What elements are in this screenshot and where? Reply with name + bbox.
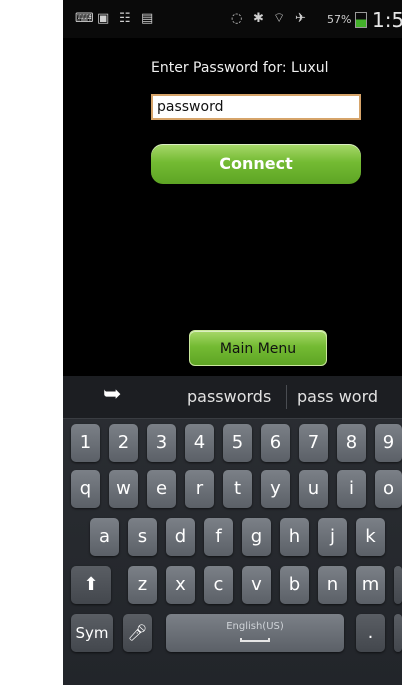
main-menu-button[interactable]: Main Menu xyxy=(189,330,327,366)
image-icon: ▣ xyxy=(97,11,110,26)
key-x[interactable]: x xyxy=(166,566,195,604)
wifi-icon: ⌔ xyxy=(273,11,286,26)
key-n[interactable]: n xyxy=(318,566,347,604)
key-u[interactable]: u xyxy=(299,470,328,508)
onscreen-keyboard: ➥ passwords pass word 1 2 3 4 5 6 7 8 9 … xyxy=(63,376,402,685)
battery-icon xyxy=(355,12,367,28)
key-i[interactable]: i xyxy=(337,470,366,508)
password-input[interactable] xyxy=(151,94,361,120)
key-t[interactable]: t xyxy=(223,470,252,508)
key-k[interactable]: k xyxy=(356,518,385,556)
key-a[interactable]: a xyxy=(90,518,119,556)
gallery-icon: ▤ xyxy=(141,11,154,26)
mic-key-icon[interactable]: 🎤︎ xyxy=(123,614,152,652)
phone-screen: ⌨ ▣ ☷ ▤ ◌ ✱ ⌔ ✈ 57% 1:5 Enter Password f… xyxy=(63,0,402,685)
key-v[interactable]: v xyxy=(242,566,271,604)
backspace-key[interactable] xyxy=(394,566,402,604)
bluetooth-icon: ✱ xyxy=(253,11,264,26)
connect-button[interactable]: Connect xyxy=(151,144,361,184)
key-7[interactable]: 7 xyxy=(299,424,328,462)
suggestion-pass-word[interactable]: pass word xyxy=(297,387,378,406)
key-w[interactable]: w xyxy=(109,470,138,508)
suggestion-bar: ➥ passwords pass word xyxy=(63,376,402,419)
key-2[interactable]: 2 xyxy=(109,424,138,462)
space-bar[interactable]: English(US) xyxy=(166,614,344,652)
key-e[interactable]: e xyxy=(147,470,176,508)
space-bar-icon xyxy=(240,638,270,642)
enter-key[interactable] xyxy=(394,614,402,652)
key-4[interactable]: 4 xyxy=(185,424,214,462)
key-9[interactable]: 9 xyxy=(375,424,402,462)
key-1[interactable]: 1 xyxy=(71,424,100,462)
battery-percent: 57% xyxy=(327,13,352,26)
suggestion-passwords[interactable]: passwords xyxy=(187,387,271,406)
key-q[interactable]: q xyxy=(71,470,100,508)
key-c[interactable]: c xyxy=(204,566,233,604)
period-key[interactable]: . xyxy=(356,614,385,652)
key-z[interactable]: z xyxy=(128,566,157,604)
key-s[interactable]: s xyxy=(128,518,157,556)
shift-key[interactable]: ⬆ xyxy=(71,566,111,604)
sym-key[interactable]: Sym xyxy=(71,614,113,652)
key-d[interactable]: d xyxy=(166,518,195,556)
key-5[interactable]: 5 xyxy=(223,424,252,462)
key-y[interactable]: y xyxy=(261,470,290,508)
key-r[interactable]: r xyxy=(185,470,214,508)
key-b[interactable]: b xyxy=(280,566,309,604)
airplane-icon: ✈ xyxy=(295,11,306,26)
key-3[interactable]: 3 xyxy=(147,424,176,462)
key-f[interactable]: f xyxy=(204,518,233,556)
suggestion-divider xyxy=(286,385,287,409)
key-j[interactable]: j xyxy=(318,518,347,556)
password-prompt: Enter Password for: Luxul xyxy=(151,60,329,76)
key-h[interactable]: h xyxy=(280,518,309,556)
expand-arrow-icon[interactable]: ➥ xyxy=(103,382,121,407)
clock: 1:5 xyxy=(372,8,402,32)
vibrate-icon: ◌ xyxy=(231,11,243,26)
keyboard-icon: ⌨ xyxy=(75,11,94,26)
key-g[interactable]: g xyxy=(242,518,271,556)
key-6[interactable]: 6 xyxy=(261,424,290,462)
key-8[interactable]: 8 xyxy=(337,424,366,462)
status-bar: ⌨ ▣ ☷ ▤ ◌ ✱ ⌔ ✈ 57% 1:5 xyxy=(63,0,402,38)
key-o[interactable]: o xyxy=(375,470,402,508)
notification-icon: ☷ xyxy=(119,11,131,26)
key-m[interactable]: m xyxy=(356,566,385,604)
